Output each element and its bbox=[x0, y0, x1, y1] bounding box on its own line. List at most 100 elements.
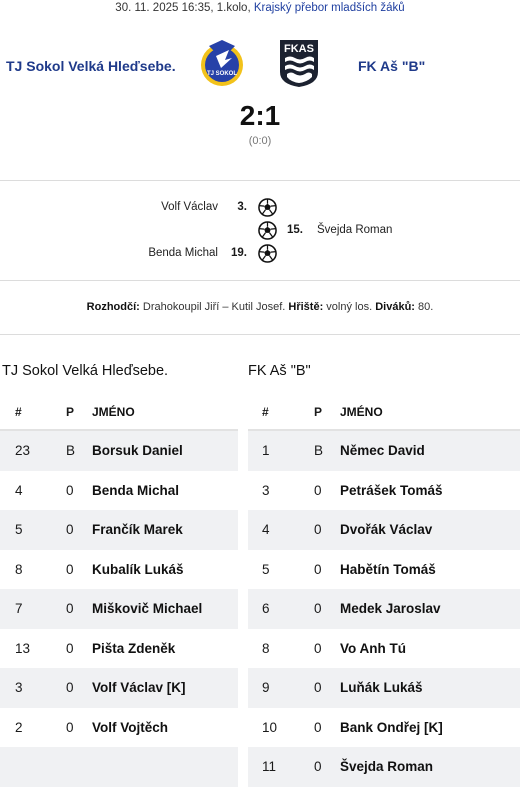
player-number: 4 bbox=[262, 522, 270, 538]
player-position: B bbox=[314, 443, 324, 459]
football-icon bbox=[258, 221, 277, 240]
table-row[interactable]: 4 0 Benda Michal bbox=[0, 471, 238, 511]
table-row[interactable]: 5 0 Frančík Marek bbox=[0, 510, 238, 550]
table-row[interactable]: 1 B Němec David bbox=[248, 431, 520, 471]
player-number: 8 bbox=[15, 561, 23, 577]
final-score: 2:1 bbox=[239, 100, 281, 131]
away-lineup-title: FK Aš "B" bbox=[248, 363, 311, 379]
pitch-label: Hřiště: bbox=[288, 301, 324, 313]
player-position: 0 bbox=[314, 482, 322, 498]
player-name: Petrášek Tomáš bbox=[340, 482, 443, 498]
player-number: 1 bbox=[262, 443, 270, 459]
player-number: 11 bbox=[262, 759, 277, 775]
player-number: 7 bbox=[15, 601, 23, 617]
attendance-value: 80. bbox=[414, 301, 434, 313]
competition-link[interactable]: Krajský přebor mladších žáků bbox=[254, 2, 405, 14]
home-lineup-table: # P JMÉNO 23 B Borsuk Daniel 4 0 Benda Micha… bbox=[0, 395, 238, 787]
player-number: 5 bbox=[262, 561, 270, 577]
away-team-logo[interactable]: FKAS bbox=[276, 38, 322, 88]
table-row[interactable]: 3 0 Volf Václav [K] bbox=[0, 668, 238, 708]
player-number: 3 bbox=[15, 680, 23, 696]
player-number: 3 bbox=[262, 482, 270, 498]
col-name: JMÉNO bbox=[340, 405, 383, 419]
table-row[interactable]: 5 0 Habětín Tomáš bbox=[248, 550, 520, 590]
goal-minute: 19. bbox=[231, 247, 247, 259]
home-team-name[interactable]: TJ Sokol Velká Hleďsebe. bbox=[6, 58, 176, 74]
football-icon bbox=[258, 244, 277, 263]
table-row[interactable]: 11 0 Švejda Roman bbox=[248, 747, 520, 787]
player-name: Bank Ondřej [K] bbox=[340, 719, 443, 735]
player-position: 0 bbox=[66, 561, 74, 577]
player-name: Volf Vojtěch bbox=[92, 719, 169, 735]
player-position: 0 bbox=[66, 680, 74, 696]
player-name: Vo Anh Tú bbox=[340, 640, 406, 656]
player-number: 23 bbox=[15, 443, 31, 459]
col-number: # bbox=[15, 405, 22, 419]
player-name: Medek Jaroslav bbox=[340, 601, 441, 617]
goal-event-away: 15. Švejda Roman bbox=[0, 221, 520, 243]
player-position: 0 bbox=[66, 640, 74, 656]
table-row[interactable]: 10 0 Bank Ondřej [K] bbox=[248, 708, 520, 748]
player-name: Habětín Tomáš bbox=[340, 561, 436, 577]
col-position: P bbox=[66, 405, 75, 419]
player-name: Borsuk Daniel bbox=[92, 443, 183, 459]
goal-minute: 3. bbox=[237, 201, 247, 213]
player-name: Němec David bbox=[340, 443, 425, 459]
goal-event-home: Volf Václav 3. bbox=[0, 198, 520, 220]
table-row[interactable]: 9 0 Luňák Lukáš bbox=[248, 668, 520, 708]
table-row[interactable]: 3 0 Petrášek Tomáš bbox=[248, 471, 520, 511]
referee-label: Rozhodčí: bbox=[86, 301, 140, 313]
table-row[interactable]: 2 0 Volf Vojtěch bbox=[0, 708, 238, 748]
referee-value: Drahokoupil Jiří – Kutil Josef. bbox=[139, 301, 289, 313]
player-number: 8 bbox=[262, 640, 270, 656]
goal-scorer: Benda Michal bbox=[148, 247, 218, 259]
halftime-score: (0:0) bbox=[248, 135, 272, 147]
table-row-empty bbox=[0, 747, 238, 787]
divider bbox=[0, 180, 520, 181]
goal-minute: 15. bbox=[287, 224, 303, 236]
player-position: 0 bbox=[66, 719, 74, 735]
col-number: # bbox=[262, 405, 269, 419]
player-position: 0 bbox=[314, 680, 322, 696]
away-team-name[interactable]: FK Aš "B" bbox=[358, 58, 425, 74]
table-row[interactable]: 7 0 Miškovič Michael bbox=[0, 589, 238, 629]
player-position: 0 bbox=[66, 522, 74, 538]
table-row[interactable]: 4 0 Dvořák Václav bbox=[248, 510, 520, 550]
football-icon bbox=[258, 198, 277, 217]
player-position: 0 bbox=[314, 719, 322, 735]
divider bbox=[0, 280, 520, 281]
table-row[interactable]: 8 0 Vo Anh Tú bbox=[248, 629, 520, 669]
table-header: # P JMÉNO bbox=[248, 395, 520, 431]
player-position: 0 bbox=[314, 759, 322, 775]
away-lineup-table: # P JMÉNO 1 B Němec David 3 0 Petrášek Tomáš… bbox=[248, 395, 520, 787]
table-row[interactable]: 13 0 Pišta Zdeněk bbox=[0, 629, 238, 669]
divider bbox=[0, 334, 520, 335]
player-name: Frančík Marek bbox=[92, 522, 183, 538]
table-row[interactable]: 8 0 Kubalík Lukáš bbox=[0, 550, 238, 590]
goal-scorer: Švejda Roman bbox=[317, 224, 393, 236]
away-logo-text: FKAS bbox=[284, 43, 314, 55]
player-number: 2 bbox=[15, 719, 23, 735]
player-position: 0 bbox=[66, 482, 74, 498]
player-number: 5 bbox=[15, 522, 23, 538]
pitch-value: volný los. bbox=[323, 301, 376, 313]
player-position: 0 bbox=[314, 561, 322, 577]
col-position: P bbox=[314, 405, 323, 419]
home-team-logo[interactable]: TJ SOKOL bbox=[199, 38, 245, 88]
player-name: Miškovič Michael bbox=[92, 601, 203, 617]
match-datetime-round: 30. 11. 2025 16:35, 1.kolo, bbox=[115, 2, 251, 14]
player-position: 0 bbox=[314, 522, 322, 538]
player-name: Dvořák Václav bbox=[340, 522, 433, 538]
player-name: Luňák Lukáš bbox=[340, 680, 423, 696]
player-number: 9 bbox=[262, 680, 270, 696]
player-position: B bbox=[66, 443, 76, 459]
match-info-line: 30. 11. 2025 16:35, 1.kolo, Krajský přeb… bbox=[0, 0, 520, 16]
player-position: 0 bbox=[314, 601, 322, 617]
player-name: Švejda Roman bbox=[340, 759, 434, 775]
attendance-label: Diváků: bbox=[375, 301, 415, 313]
player-number: 10 bbox=[262, 719, 278, 735]
table-row[interactable]: 6 0 Medek Jaroslav bbox=[248, 589, 520, 629]
player-number: 6 bbox=[262, 601, 270, 617]
table-row[interactable]: 23 B Borsuk Daniel bbox=[0, 431, 238, 471]
goal-scorer: Volf Václav bbox=[161, 201, 218, 213]
